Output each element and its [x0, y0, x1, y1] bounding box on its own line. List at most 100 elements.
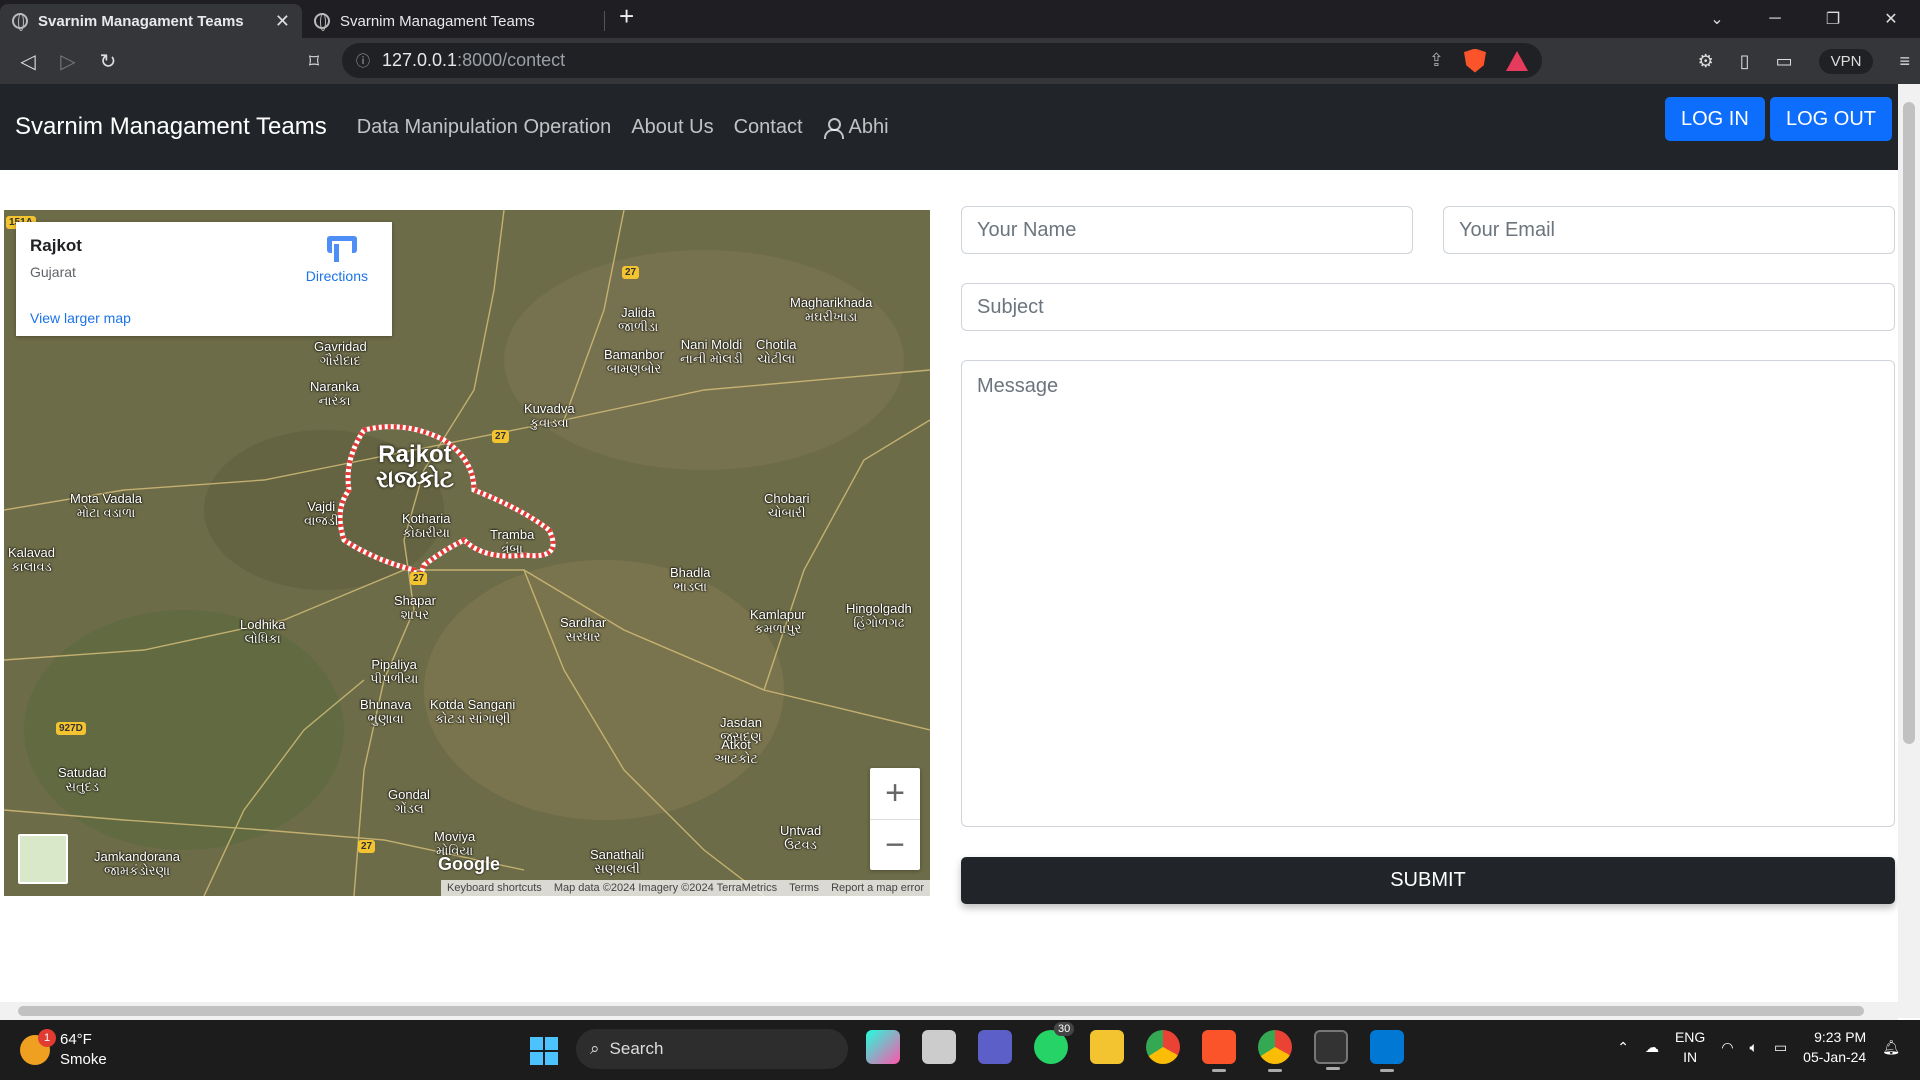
scrollbar-thumb[interactable]	[18, 1006, 1864, 1016]
restore-button[interactable]: ❐	[1804, 9, 1862, 29]
share-icon[interactable]: ⇪	[1429, 50, 1444, 71]
keyboard-shortcuts-link[interactable]: Keyboard shortcuts	[447, 882, 542, 894]
directions-label: Directions	[305, 268, 368, 284]
road-shield: 27	[410, 572, 428, 585]
tab-list-icon[interactable]: ⌄	[1688, 9, 1746, 29]
map-layer-toggle[interactable]	[18, 834, 68, 884]
address-bar[interactable]: ⓘ 127.0.0.1:8000/contect ⇪	[342, 43, 1542, 78]
user-icon	[823, 116, 844, 139]
copilot-icon[interactable]	[866, 1030, 900, 1064]
vscode-icon[interactable]	[1370, 1030, 1404, 1072]
map-town-label: Kotharia કોઠારીયા	[402, 511, 451, 540]
horizontal-scrollbar[interactable]	[0, 1002, 1898, 1020]
map-town-label: Bhadla ભાડલા	[670, 565, 711, 594]
brave-rewards-icon[interactable]	[1506, 50, 1528, 71]
navbar-brand[interactable]: Svarnim Managament Teams	[15, 113, 327, 141]
tab-inactive[interactable]: Svarnim Managament Teams	[302, 4, 604, 38]
wifi-icon[interactable]: ◠	[1721, 1039, 1733, 1056]
start-tile	[530, 1037, 543, 1050]
message-textarea[interactable]: Message	[961, 360, 1895, 827]
close-tab-icon[interactable]: ✕	[275, 11, 290, 32]
brave-shield-icon[interactable]	[1464, 48, 1486, 73]
close-window-button[interactable]: ✕	[1862, 9, 1920, 29]
menu-icon[interactable]: ≡	[1899, 51, 1910, 72]
map-town-label: Gavridad ગૌરીદાદ	[314, 339, 367, 368]
url-host: 127.0.0.1	[382, 50, 458, 70]
chrome-profile-icon[interactable]	[1258, 1030, 1292, 1072]
battery-icon[interactable]: ▭	[1774, 1039, 1787, 1056]
road-shield: 27	[622, 266, 640, 279]
tab-title: Svarnim Managament Teams	[38, 12, 244, 30]
map-town-label: Sardhar સરધાર	[560, 615, 607, 644]
new-tab-button[interactable]: +	[619, 1, 634, 32]
name-input[interactable]: Your Name	[961, 206, 1413, 254]
weather-widget[interactable]: 1 64°F Smoke	[20, 1028, 107, 1069]
scrollbar-thumb[interactable]	[1903, 102, 1915, 744]
city-name: Rajkot	[378, 441, 452, 468]
language-indicator[interactable]: ENG IN	[1675, 1028, 1705, 1067]
login-button[interactable]: LOG IN	[1665, 97, 1765, 141]
whatsapp-icon[interactable]: 30	[1034, 1022, 1075, 1064]
minimize-button[interactable]: ─	[1746, 10, 1804, 28]
map-town-label: Mota Vadala મોટા વડાળા	[70, 491, 143, 520]
wallet-icon[interactable]: ▭	[1776, 51, 1793, 72]
task-view-icon[interactable]	[922, 1030, 956, 1064]
address-bar-icons: ⇪	[1429, 48, 1528, 73]
tab-active[interactable]: Svarnim Managament Teams ✕	[0, 4, 302, 38]
road-shield: 927D	[56, 722, 86, 735]
terminal-icon[interactable]	[1314, 1030, 1348, 1070]
volume-icon[interactable]: 🔈︎	[1750, 1039, 1758, 1056]
nav-about-us[interactable]: About Us	[631, 116, 713, 139]
zoom-in-button[interactable]: +	[870, 768, 920, 819]
report-map-error-link[interactable]: Report a map error	[831, 882, 924, 894]
map-town-label: Vajdi વાજડી	[304, 499, 339, 528]
map-town-label: Tramba ત્રંબા	[490, 527, 535, 556]
brave-icon[interactable]	[1202, 1030, 1236, 1072]
site-info-icon[interactable]: ⓘ	[356, 51, 370, 71]
nav-data-manipulation[interactable]: Data Manipulation Operation	[357, 116, 612, 139]
view-larger-map-link[interactable]: View larger map	[30, 310, 378, 326]
map-town-label: Kalavad કાલાવડ	[8, 545, 55, 574]
terms-link[interactable]: Terms	[789, 882, 819, 894]
notifications-icon[interactable]: 🔔︎	[1882, 1039, 1900, 1056]
subject-input[interactable]: Subject	[961, 283, 1895, 331]
google-logo: Google	[438, 854, 500, 874]
start-tile	[545, 1037, 558, 1050]
submit-button[interactable]: SUBMIT	[961, 857, 1895, 904]
taskbar-apps: 30	[866, 1022, 1404, 1072]
weather-condition: Smoke	[60, 1050, 107, 1068]
logout-button[interactable]: LOG OUT	[1770, 97, 1893, 141]
map-footer: Keyboard shortcuts Map data ©2024 Imager…	[441, 880, 930, 896]
directions-button[interactable]: Directions	[306, 236, 368, 284]
teams-icon[interactable]	[978, 1030, 1012, 1064]
onedrive-icon[interactable]: ☁	[1645, 1039, 1659, 1056]
bookmark-icon[interactable]: ⌑	[294, 49, 334, 74]
start-button[interactable]	[530, 1037, 558, 1065]
start-tile	[545, 1052, 558, 1065]
chrome-icon[interactable]	[1146, 1030, 1180, 1064]
reload-button[interactable]: ↻	[88, 49, 128, 74]
tray-overflow-icon[interactable]: ⌃	[1617, 1039, 1629, 1056]
region-code: IN	[1683, 1048, 1698, 1065]
map-town-label: Pipaliya પીપળીયા	[370, 657, 419, 686]
forward-button[interactable]: ▷	[48, 49, 88, 74]
extensions-icon[interactable]: ⚙	[1698, 51, 1714, 72]
search-icon: ⌕	[590, 1039, 600, 1058]
nav-contact[interactable]: Contact	[734, 116, 803, 139]
taskbar-search[interactable]: ⌕ Search	[576, 1029, 848, 1069]
directions-icon	[325, 236, 357, 262]
start-tile	[530, 1052, 543, 1065]
zoom-out-button[interactable]: −	[870, 820, 920, 871]
clock[interactable]: 9:23 PM 05-Jan-24	[1803, 1028, 1866, 1067]
email-input[interactable]: Your Email	[1443, 206, 1895, 254]
vertical-scrollbar[interactable]	[1898, 84, 1920, 1018]
vpn-button[interactable]: VPN	[1818, 48, 1874, 74]
browser-tab-bar: Svarnim Managament Teams ✕ Svarnim Manag…	[0, 0, 1920, 38]
back-button[interactable]: ◁	[8, 49, 48, 74]
file-explorer-icon[interactable]	[1090, 1030, 1124, 1064]
browser-right-tools: ⚙ ▯ ▭ VPN ≡	[1698, 48, 1910, 74]
nav-user-name: Abhi	[848, 115, 889, 138]
map-embed[interactable]: Rajkot રાજકોટ Gavridad ગૌરીદાદ Naranka નારં…	[4, 210, 930, 896]
nav-user[interactable]: Abhi	[823, 116, 889, 139]
sidebar-icon[interactable]: ▯	[1740, 51, 1750, 72]
